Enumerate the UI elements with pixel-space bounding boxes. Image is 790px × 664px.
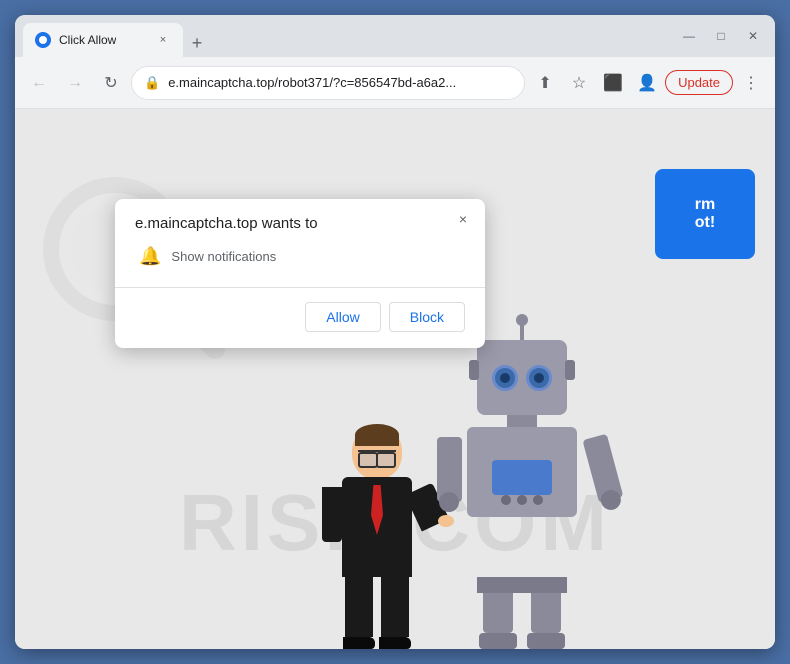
person-hair	[355, 424, 399, 446]
reload-button[interactable]: ↻	[95, 67, 127, 99]
toolbar-actions: ⬆ ☆ ⬛ 👤 Update ⋮	[529, 67, 767, 99]
permission-row: 🔔 Show notifications	[135, 246, 465, 267]
window-controls: — □ ✕	[675, 22, 767, 50]
person-body	[342, 477, 412, 577]
toolbar: ← → ↻ 🔒 e.maincaptcha.top/robot371/?c=85…	[15, 57, 775, 109]
cta-line1: rm	[695, 196, 715, 214]
robot-screen	[492, 460, 552, 495]
robot-foot-right	[527, 633, 565, 649]
robot-hand-right	[599, 488, 623, 512]
robot-neck	[507, 415, 537, 427]
person-shoe-right	[379, 637, 411, 649]
allow-button[interactable]: Allow	[305, 302, 380, 332]
robot-arm-right	[582, 434, 623, 503]
robot-legs	[479, 593, 565, 649]
popup-close-button[interactable]: ×	[453, 209, 473, 229]
person-leg-right	[381, 577, 409, 637]
robot-antenna	[520, 320, 524, 340]
robot-button-3	[533, 495, 543, 505]
robot-waist	[477, 577, 567, 593]
tab-title: Click Allow	[59, 33, 116, 47]
new-tab-button[interactable]: +	[183, 29, 211, 57]
back-button[interactable]: ←	[23, 67, 55, 99]
popup-title: e.maincaptcha.top wants to	[135, 215, 465, 232]
popup-actions: Allow Block	[135, 302, 465, 332]
address-text: e.maincaptcha.top/robot371/?c=856547bd-a…	[168, 75, 512, 90]
robot-ear-right	[565, 360, 575, 380]
robot-eye-right	[526, 365, 552, 391]
share-icon[interactable]: ⬆	[529, 67, 561, 99]
bookmark-icon[interactable]: ☆	[563, 67, 595, 99]
tab-favicon	[35, 32, 51, 48]
robot-button-2	[517, 495, 527, 505]
person-illustration	[317, 424, 437, 649]
person-tie	[371, 485, 383, 535]
permission-text: Show notifications	[171, 249, 276, 264]
person-left-arm	[322, 487, 342, 542]
person-legs	[343, 577, 411, 649]
browser-tab[interactable]: Click Allow ×	[23, 23, 183, 57]
split-tab-icon[interactable]: ⬛	[597, 67, 629, 99]
person-hand	[438, 515, 454, 527]
browser-window: Click Allow × + — □ ✕ ← → ↻ 🔒 e.maincapt…	[15, 15, 775, 649]
robot-head	[477, 340, 567, 415]
robot-buttons	[501, 495, 543, 505]
tab-area: Click Allow × +	[23, 15, 667, 57]
robot-eye-left	[492, 365, 518, 391]
close-button[interactable]: ✕	[739, 22, 767, 50]
robot-arm-left	[437, 437, 462, 502]
menu-icon[interactable]: ⋮	[735, 67, 767, 99]
person-head	[352, 424, 402, 479]
robot-foot-left	[479, 633, 517, 649]
person-leg-left	[345, 577, 373, 637]
minimize-button[interactable]: —	[675, 22, 703, 50]
profile-icon[interactable]: 👤	[631, 67, 663, 99]
robot-hand-left	[439, 492, 459, 512]
cta-area: rm ot!	[655, 169, 755, 259]
person-shoe-left	[343, 637, 375, 649]
robot-illustration	[467, 320, 577, 649]
robot-body	[467, 427, 577, 517]
cta-line2: ot!	[695, 214, 715, 232]
lock-icon: 🔒	[144, 75, 160, 91]
robot-leg-left	[483, 593, 513, 633]
page-content: RISK.COM rm ot!	[15, 109, 775, 649]
forward-button[interactable]: →	[59, 67, 91, 99]
maximize-button[interactable]: □	[707, 22, 735, 50]
bell-icon: 🔔	[139, 246, 161, 267]
robot-button-1	[501, 495, 511, 505]
address-bar[interactable]: 🔒 e.maincaptcha.top/robot371/?c=856547bd…	[131, 66, 525, 100]
notification-popup: × e.maincaptcha.top wants to 🔔 Show noti…	[115, 199, 485, 348]
robot-leg-right	[531, 593, 561, 633]
tab-close-button[interactable]: ×	[155, 32, 171, 48]
title-bar: Click Allow × + — □ ✕	[15, 15, 775, 57]
person-glasses	[358, 450, 396, 460]
popup-divider	[115, 287, 485, 288]
robot-ear-left	[469, 360, 479, 380]
update-button[interactable]: Update	[665, 70, 733, 95]
illustration-scene	[317, 320, 577, 649]
block-button[interactable]: Block	[389, 302, 465, 332]
